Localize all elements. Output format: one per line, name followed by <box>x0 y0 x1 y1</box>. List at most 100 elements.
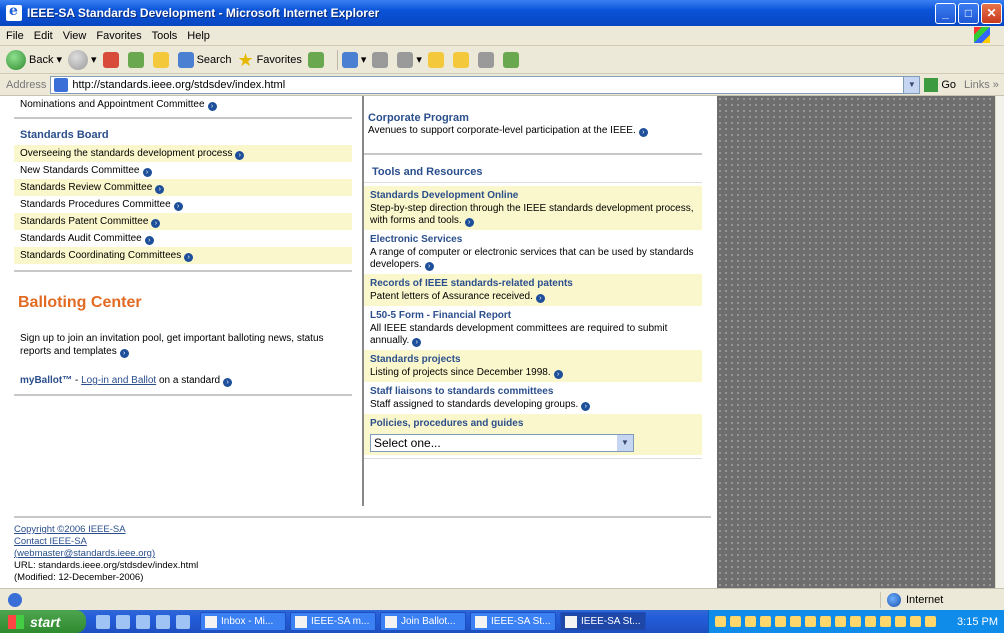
board-item[interactable]: Standards Procedures Committee › <box>14 196 352 213</box>
menu-file[interactable]: File <box>6 30 24 42</box>
tray-icon[interactable] <box>865 616 876 627</box>
address-input[interactable]: http://standards.ieee.org/stdsdev/index.… <box>50 75 921 94</box>
quicklaunch-outlook-icon[interactable] <box>116 614 130 629</box>
board-item[interactable]: Standards Review Committee › <box>14 179 352 196</box>
forward-button[interactable]: ▾ <box>68 49 97 70</box>
tray-icon[interactable] <box>910 616 921 627</box>
print-button[interactable] <box>372 51 391 68</box>
board-item[interactable]: Overseeing the standards development pro… <box>14 145 352 162</box>
favorites-button[interactable]: ★ Favorites <box>237 51 301 69</box>
arrow-icon: › <box>424 262 434 271</box>
tray-icon[interactable] <box>790 616 801 627</box>
address-dropdown-icon[interactable]: ▼ <box>903 76 920 93</box>
quicklaunch-ie-icon[interactable] <box>96 614 110 629</box>
refresh-button[interactable] <box>127 51 147 68</box>
webmaster-email-link[interactable]: (webmaster@standards.ieee.org) <box>14 548 354 560</box>
tray-icon[interactable] <box>820 616 831 627</box>
resource-item[interactable]: Standards Development Online Step-by-ste… <box>364 186 702 230</box>
taskbar-button[interactable]: Inbox - Mi... <box>200 612 286 631</box>
folder-icon <box>427 51 444 68</box>
minimize-button[interactable]: _ <box>935 2 956 24</box>
home-button[interactable] <box>152 51 172 68</box>
status-bar: Internet <box>0 588 1004 610</box>
tray-icon[interactable] <box>730 616 741 627</box>
maximize-button[interactable]: □ <box>958 2 979 24</box>
messenger-button[interactable] <box>477 51 497 68</box>
tray-icon[interactable] <box>895 616 906 627</box>
start-button[interactable]: start <box>0 610 86 633</box>
taskbar-button[interactable]: Join Ballot... <box>380 612 466 631</box>
back-button[interactable]: Back ▾ <box>6 49 62 70</box>
mail-button[interactable]: ▾ <box>341 51 366 68</box>
board-item[interactable]: New Standards Committee › <box>14 162 352 179</box>
menu-tools[interactable]: Tools <box>152 30 178 42</box>
research-button[interactable] <box>452 51 472 68</box>
policies-heading: Policies, procedures and guides <box>370 418 524 429</box>
resource-item[interactable]: Standards projects Listing of projects s… <box>364 350 702 382</box>
divider <box>14 270 352 272</box>
copyright-link[interactable]: Copyright ©2006 IEEE-SA <box>14 524 354 536</box>
extra-button[interactable] <box>502 51 522 68</box>
home-icon <box>152 51 169 68</box>
tray-icon[interactable] <box>925 616 936 627</box>
background-pattern <box>717 96 995 588</box>
login-ballot-link[interactable]: Log-in and Ballot <box>81 375 156 386</box>
taskbar-button[interactable]: IEEE-SA St... <box>470 612 556 631</box>
taskbar-button[interactable]: IEEE-SA m... <box>290 612 376 631</box>
tray-icon[interactable] <box>835 616 846 627</box>
page-icon <box>54 77 69 92</box>
address-bar: Address http://standards.ieee.org/stdsde… <box>0 74 1004 96</box>
edit-button[interactable]: ▾ <box>397 51 422 68</box>
tools-resources-heading: Tools and Resources <box>372 166 483 178</box>
menu-view[interactable]: View <box>63 30 87 42</box>
contact-link[interactable]: Contact IEEE-SA <box>14 536 354 548</box>
quicklaunch-app-icon[interactable] <box>156 614 170 629</box>
balloting-description[interactable]: Sign up to join an invitation pool, get … <box>14 332 352 358</box>
toolbar: Back ▾ ▾ Search ★ Favorites ▾ ▾ <box>0 46 1004 74</box>
left-column: Nominations and Appointment Committee › S… <box>14 96 352 396</box>
stop-button[interactable] <box>102 51 122 68</box>
tray-icon[interactable] <box>850 616 861 627</box>
arrow-icon[interactable]: › <box>638 128 648 137</box>
policies-select[interactable]: Select one... ▼ <box>370 434 634 452</box>
page-status-icon <box>8 592 22 607</box>
footer: Copyright ©2006 IEEE-SA Contact IEEE-SA … <box>14 524 354 584</box>
tray-icon[interactable] <box>805 616 816 627</box>
tray-icon[interactable] <box>715 616 726 627</box>
corporate-program-link[interactable]: Corporate Program <box>364 112 702 124</box>
tray-icon[interactable] <box>775 616 786 627</box>
go-button[interactable]: Go <box>924 77 956 92</box>
resource-item[interactable]: Staff liaisons to standards committees S… <box>364 382 702 414</box>
quicklaunch-desktop-icon[interactable] <box>136 614 150 629</box>
vertical-scrollbar[interactable] <box>995 96 1004 588</box>
resource-item[interactable]: Records of IEEE standards-related patent… <box>364 274 702 306</box>
star-icon: ★ <box>237 49 254 70</box>
resource-item[interactable]: L50-5 Form - Financial Report All IEEE s… <box>364 306 702 350</box>
chevron-down-icon[interactable]: ▼ <box>617 435 633 451</box>
folder-button[interactable] <box>427 51 447 68</box>
tray-icon[interactable] <box>745 616 756 627</box>
menu-favorites[interactable]: Favorites <box>96 30 141 42</box>
close-button[interactable]: ✕ <box>981 2 1002 24</box>
history-button[interactable] <box>307 51 327 68</box>
nominations-link[interactable]: Nominations and Appointment Committee › <box>14 96 352 113</box>
links-button[interactable]: Links » <box>964 79 999 91</box>
tray-icon[interactable] <box>760 616 771 627</box>
search-icon <box>177 51 194 68</box>
taskbar-button-active[interactable]: IEEE-SA St... <box>560 612 646 631</box>
menu-help[interactable]: Help <box>187 30 210 42</box>
arrow-icon: › <box>207 102 217 111</box>
board-item[interactable]: Standards Coordinating Committees › <box>14 247 352 264</box>
resource-item[interactable]: Electronic Services A range of computer … <box>364 230 702 274</box>
board-item[interactable]: Standards Audit Committee › <box>14 230 352 247</box>
address-url[interactable]: http://standards.ieee.org/stdsdev/index.… <box>72 79 903 91</box>
board-item[interactable]: Standards Patent Committee › <box>14 213 352 230</box>
arrow-icon: › <box>223 378 233 387</box>
search-button[interactable]: Search <box>177 51 231 68</box>
windows-logo-icon <box>974 27 990 43</box>
tray-icon[interactable] <box>880 616 891 627</box>
menu-edit[interactable]: Edit <box>34 30 53 42</box>
clock[interactable]: 3:15 PM <box>957 616 998 628</box>
quicklaunch-app2-icon[interactable] <box>176 614 190 629</box>
arrow-icon: › <box>151 219 161 228</box>
